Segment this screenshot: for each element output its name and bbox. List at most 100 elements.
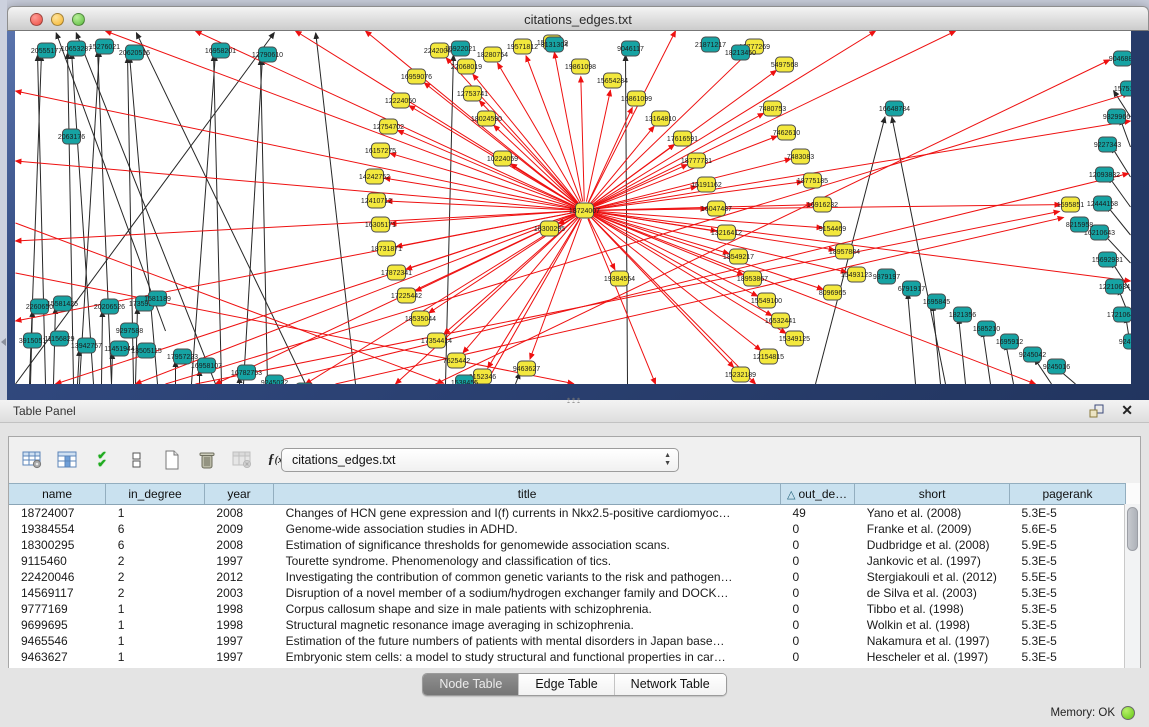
graph-node[interactable]	[708, 201, 726, 216]
table-cell[interactable]: 19384554	[9, 521, 106, 537]
tab-edge-table[interactable]: Edge Table	[518, 674, 613, 695]
graph-node[interactable]	[622, 41, 640, 56]
graph-node[interactable]	[903, 281, 921, 296]
graph-node[interactable]	[54, 296, 72, 311]
graph-node[interactable]	[372, 143, 390, 158]
graph-node[interactable]	[38, 43, 56, 58]
graph-node[interactable]	[458, 59, 476, 74]
table-row[interactable]: 977716911998Corpus callosum shape and si…	[9, 601, 1126, 617]
table-cell[interactable]: 9699695	[9, 617, 106, 633]
graph-node[interactable]	[24, 333, 42, 348]
network-graph[interactable]: 1872400722420046169590761222405012754702…	[15, 31, 1131, 384]
graph-node[interactable]	[198, 358, 216, 373]
table-row[interactable]: 2242004622012Investigating the contribut…	[9, 569, 1126, 585]
graph-node[interactable]	[428, 333, 446, 348]
table-selector-dropdown[interactable]: citations_edges.txt ▲▼	[281, 448, 679, 472]
table-cell[interactable]: 5.3E-5	[1009, 601, 1125, 617]
table-cell[interactable]: 2008	[204, 537, 273, 553]
graph-node[interactable]	[266, 375, 284, 384]
tab-network-table[interactable]: Network Table	[614, 674, 726, 695]
table-cell[interactable]: 0	[780, 649, 854, 665]
table-cell[interactable]: 0	[780, 537, 854, 553]
table-cell[interactable]: Hescheler et al. (1997)	[855, 649, 1010, 665]
graph-node[interactable]	[1114, 51, 1132, 66]
table-cell[interactable]: 1	[106, 601, 205, 617]
graph-node[interactable]	[758, 293, 776, 308]
graph-node[interactable]	[1124, 334, 1132, 349]
column-header-pagerank[interactable]: pagerank	[1009, 484, 1125, 505]
table-settings-icon[interactable]	[19, 447, 45, 473]
column-header-out_de[interactable]: △ out_de…	[780, 484, 854, 505]
table-cell[interactable]: 0	[780, 601, 854, 617]
table-panel-titlebar[interactable]: Table Panel ✕	[0, 400, 1149, 423]
collapse-arrow-icon[interactable]	[1, 338, 6, 346]
table-cell[interactable]: 5.5E-5	[1009, 569, 1125, 585]
graph-node[interactable]	[372, 217, 390, 232]
graph-node[interactable]	[814, 197, 832, 212]
table-cell[interactable]: 18300295	[9, 537, 106, 553]
table-cell[interactable]: Embryonic stem cells: a model to study s…	[274, 649, 781, 665]
table-cell[interactable]: 1	[106, 633, 205, 649]
graph-node[interactable]	[786, 331, 804, 346]
graph-node[interactable]	[628, 91, 646, 106]
graph-node[interactable]	[78, 338, 96, 353]
graph-node[interactable]	[1094, 196, 1112, 211]
column-header-in_degree[interactable]: in_degree	[106, 484, 205, 505]
graph-node[interactable]	[68, 41, 86, 56]
table-row[interactable]: 946554611997Estimation of the future num…	[9, 633, 1126, 649]
graph-node[interactable]	[378, 241, 396, 256]
table-cell[interactable]: Estimation of the future numbers of pati…	[274, 633, 781, 649]
graph-node[interactable]	[238, 365, 256, 380]
table-cell[interactable]: 0	[780, 633, 854, 649]
table-cell[interactable]: 1998	[204, 617, 273, 633]
graph-node[interactable]	[259, 47, 277, 62]
graph-node[interactable]	[572, 59, 590, 74]
graph-node[interactable]	[126, 45, 144, 60]
table-cell[interactable]: Yano et al. (2008)	[855, 505, 1010, 521]
table-cell[interactable]: 5.3E-5	[1009, 633, 1125, 649]
table-cell[interactable]: 0	[780, 617, 854, 633]
graph-node[interactable]	[96, 39, 114, 54]
tab-node-table[interactable]: Node Table	[423, 674, 518, 695]
table-cell[interactable]: Investigating the contribution of common…	[274, 569, 781, 585]
splitter-grip[interactable]	[566, 397, 580, 403]
graph-node[interactable]	[760, 349, 778, 364]
table-cell[interactable]: Franke et al. (2009)	[855, 521, 1010, 537]
graph-node[interactable]	[1114, 307, 1132, 322]
graph-node[interactable]	[1062, 197, 1080, 212]
table-cell[interactable]: 5.3E-5	[1009, 617, 1125, 633]
table-cell[interactable]: 2	[106, 569, 205, 585]
graph-node[interactable]	[464, 86, 482, 101]
table-cell[interactable]: 22420046	[9, 569, 106, 585]
graph-node[interactable]	[848, 267, 866, 282]
table-cell[interactable]: Corpus callosum shape and size in male p…	[274, 601, 781, 617]
graph-node[interactable]	[1024, 347, 1042, 362]
graph-node[interactable]	[698, 177, 716, 192]
table-cell[interactable]: 9777169	[9, 601, 106, 617]
graph-node[interactable]	[718, 225, 736, 240]
window-titlebar[interactable]: citations_edges.txt	[7, 6, 1149, 31]
graph-node[interactable]	[541, 221, 559, 236]
table-cell[interactable]: Tibbo et al. (1998)	[855, 601, 1010, 617]
table-cell[interactable]: 1997	[204, 553, 273, 569]
graph-node[interactable]	[576, 203, 594, 218]
table-row[interactable]: 969969511998Structural magnetic resonanc…	[9, 617, 1126, 633]
table-cell[interactable]: 2	[106, 553, 205, 569]
graph-node[interactable]	[51, 331, 69, 346]
graph-node[interactable]	[474, 369, 492, 384]
graph-node[interactable]	[778, 125, 796, 140]
table-cell[interactable]: 5.3E-5	[1009, 649, 1125, 665]
graph-node[interactable]	[804, 173, 822, 188]
table-cell[interactable]: Estimation of significance thresholds fo…	[274, 537, 781, 553]
graph-node[interactable]	[1099, 252, 1117, 267]
column-header-title[interactable]: title	[274, 484, 781, 505]
table-cell[interactable]: 2	[106, 585, 205, 601]
graph-node[interactable]	[824, 221, 842, 236]
table-cell[interactable]: 49	[780, 505, 854, 521]
graph-node[interactable]	[772, 313, 790, 328]
graph-node[interactable]	[878, 269, 896, 284]
table-cell[interactable]: de Silva et al. (2003)	[855, 585, 1010, 601]
table-row[interactable]: 1938455462009Genome-wide association stu…	[9, 521, 1126, 537]
graph-node[interactable]	[518, 361, 536, 376]
table-cell[interactable]: Stergiakouli et al. (2012)	[855, 569, 1010, 585]
